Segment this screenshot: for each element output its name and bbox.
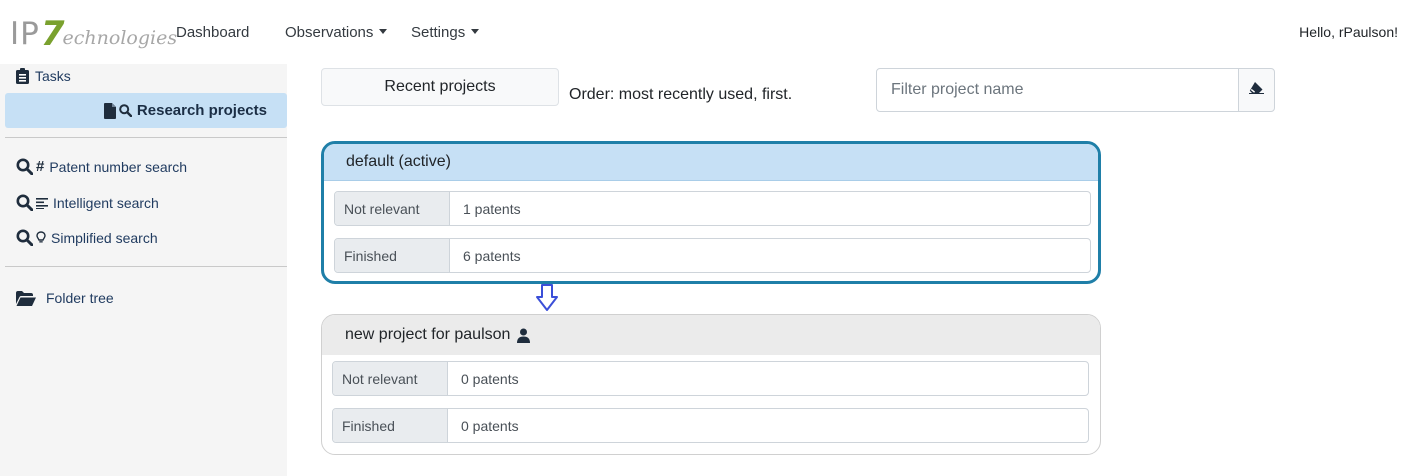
clipboard-icon	[16, 68, 29, 84]
clear-filter-button[interactable]	[1238, 68, 1275, 112]
search-icon	[16, 194, 33, 211]
lightbulb-icon	[36, 231, 46, 244]
stat-value: 0 patents	[461, 370, 519, 387]
sidebar-item-tasks[interactable]: Tasks	[16, 68, 71, 84]
lines-icon	[36, 197, 48, 209]
project-name: new project for paulson	[345, 326, 511, 343]
nav-dashboard[interactable]: Dashboard	[176, 24, 249, 41]
stat-value: 1 patents	[463, 200, 521, 217]
sidebar-item-research-projects[interactable]: Research projects	[5, 93, 287, 128]
project-stat-row[interactable]: Finished 0 patents	[332, 408, 1089, 443]
sidebar-item-patent-number-search[interactable]: # Patent number search	[16, 158, 187, 175]
user-greeting[interactable]: Hello, rPaulson!	[1299, 24, 1398, 40]
project-stat-row[interactable]: Not relevant 1 patents	[334, 191, 1091, 226]
nav-observations-label: Observations	[285, 24, 374, 41]
order-description: Order: most recently used, first.	[569, 86, 793, 103]
sidebar-divider	[5, 266, 287, 267]
stat-label: Not relevant	[333, 362, 448, 395]
stat-value: 6 patents	[463, 247, 521, 264]
main-content: Recent projects Order: most recently use…	[287, 64, 1413, 476]
project-card-new-project[interactable]: new project for paulson Not relevant 0 p…	[321, 314, 1101, 455]
sidebar-item-label: Simplified search	[51, 229, 158, 246]
sidebar-item-label: Intelligent search	[53, 194, 159, 211]
file-icon	[103, 102, 116, 119]
folder-open-icon	[16, 290, 36, 306]
eraser-icon	[1249, 81, 1264, 99]
stat-label: Finished	[333, 409, 448, 442]
project-card-default[interactable]: default (active) Not relevant 1 patents …	[321, 141, 1101, 284]
logo-technologies: echnologies	[62, 27, 178, 49]
hash-icon: #	[36, 158, 45, 175]
sidebar-item-label: Tasks	[35, 68, 71, 84]
caret-down-icon	[379, 29, 388, 34]
nav-settings[interactable]: Settings	[411, 24, 480, 41]
sidebar-item-label: Patent number search	[49, 158, 188, 175]
search-icon	[119, 104, 132, 117]
sidebar-item-simplified-search[interactable]: Simplified search	[16, 229, 158, 246]
caret-down-icon	[471, 29, 480, 34]
logo-ip: IP	[10, 16, 40, 52]
sidebar-item-intelligent-search[interactable]: Intelligent search	[16, 194, 159, 211]
project-stat-row[interactable]: Not relevant 0 patents	[332, 361, 1089, 396]
search-icon	[16, 229, 33, 246]
sidebar-item-folder-tree[interactable]: Folder tree	[16, 290, 114, 306]
recent-projects-button[interactable]: Recent projects	[321, 68, 559, 106]
sidebar-divider	[5, 137, 287, 138]
stat-label: Not relevant	[335, 192, 450, 225]
nav-observations[interactable]: Observations	[285, 24, 388, 41]
sidebar: Tasks Research projects # Patent number …	[0, 64, 287, 476]
project-card-header[interactable]: new project for paulson	[322, 315, 1100, 355]
stat-label: Finished	[335, 239, 450, 272]
project-card-header[interactable]: default (active)	[324, 144, 1098, 181]
stat-value: 0 patents	[461, 417, 519, 434]
project-stat-row[interactable]: Finished 6 patents	[334, 238, 1091, 273]
filter-project-input[interactable]	[876, 68, 1239, 112]
logo-seven: 7	[40, 14, 65, 54]
search-icon	[16, 158, 33, 175]
project-name: default (active)	[346, 153, 451, 170]
brand-logo[interactable]: IP 7 echnologies	[10, 14, 178, 54]
user-icon	[517, 328, 531, 343]
top-navbar: IP 7 echnologies Dashboard Observations …	[0, 0, 1413, 64]
nav-settings-label: Settings	[411, 24, 466, 41]
sidebar-item-label: Folder tree	[46, 290, 114, 306]
sidebar-item-label: Research projects	[136, 102, 267, 119]
